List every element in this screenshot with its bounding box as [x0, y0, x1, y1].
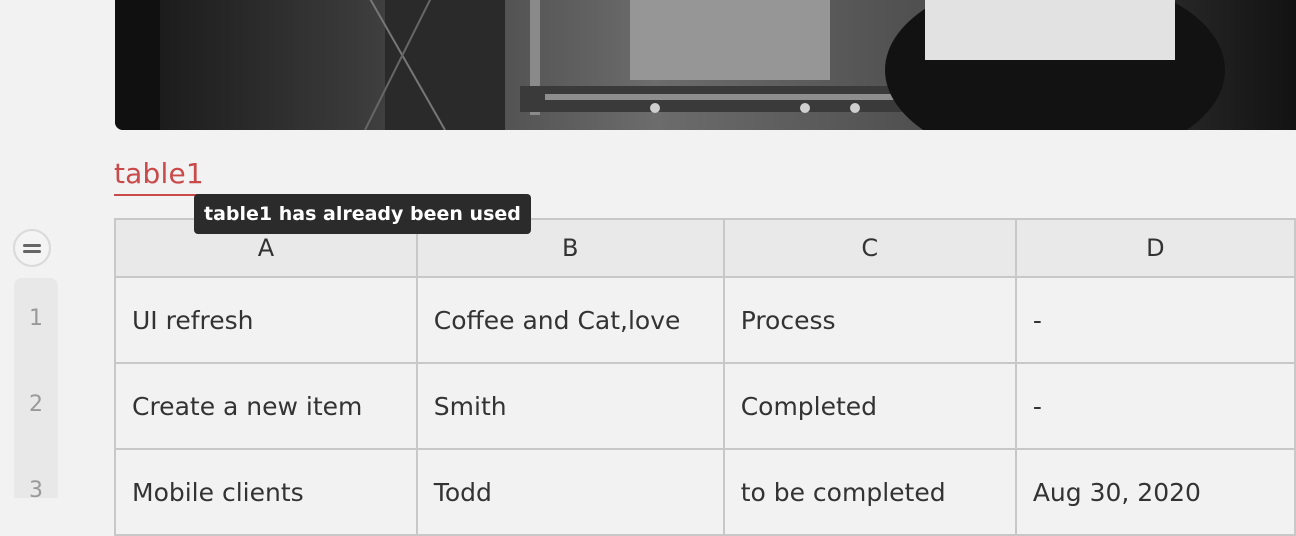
table-cell[interactable]: Coffee and Cat,love [415, 276, 725, 364]
row-number: 3 [29, 478, 43, 503]
table-name-field[interactable]: table1 [114, 156, 204, 196]
table-cell[interactable]: - [1014, 362, 1296, 450]
table-cell[interactable]: Mobile clients [114, 448, 418, 536]
cover-image [115, 0, 1296, 130]
table-row: UI refresh Coffee and Cat,love Process - [114, 276, 1296, 364]
table-row: Create a new item Smith Completed - [114, 362, 1296, 450]
column-header-c[interactable]: C [722, 218, 1017, 278]
table-cell[interactable]: Process [722, 276, 1017, 364]
row-gutter-toggle-icon[interactable] [13, 229, 51, 267]
table-cell[interactable]: - [1014, 276, 1296, 364]
table-cell[interactable]: UI refresh [114, 276, 418, 364]
table-cell[interactable]: Aug 30, 2020 [1014, 448, 1296, 536]
column-header-d[interactable]: D [1014, 218, 1296, 278]
row-number-gutter: 1 2 3 [14, 278, 58, 503]
duplicate-name-tooltip: table1 has already been used [194, 194, 531, 234]
table-cell[interactable]: to be completed [722, 448, 1017, 536]
table-cell[interactable]: Create a new item [114, 362, 418, 450]
row-number: 1 [29, 306, 43, 331]
table-cell[interactable]: Completed [722, 362, 1017, 450]
row-number: 2 [29, 392, 43, 417]
table-cell[interactable]: Smith [415, 362, 725, 450]
table-cell[interactable]: Todd [415, 448, 725, 536]
data-table: A B C D UI refresh Coffee and Cat,love P… [114, 218, 1296, 536]
table-row: Mobile clients Todd to be completed Aug … [114, 448, 1296, 536]
